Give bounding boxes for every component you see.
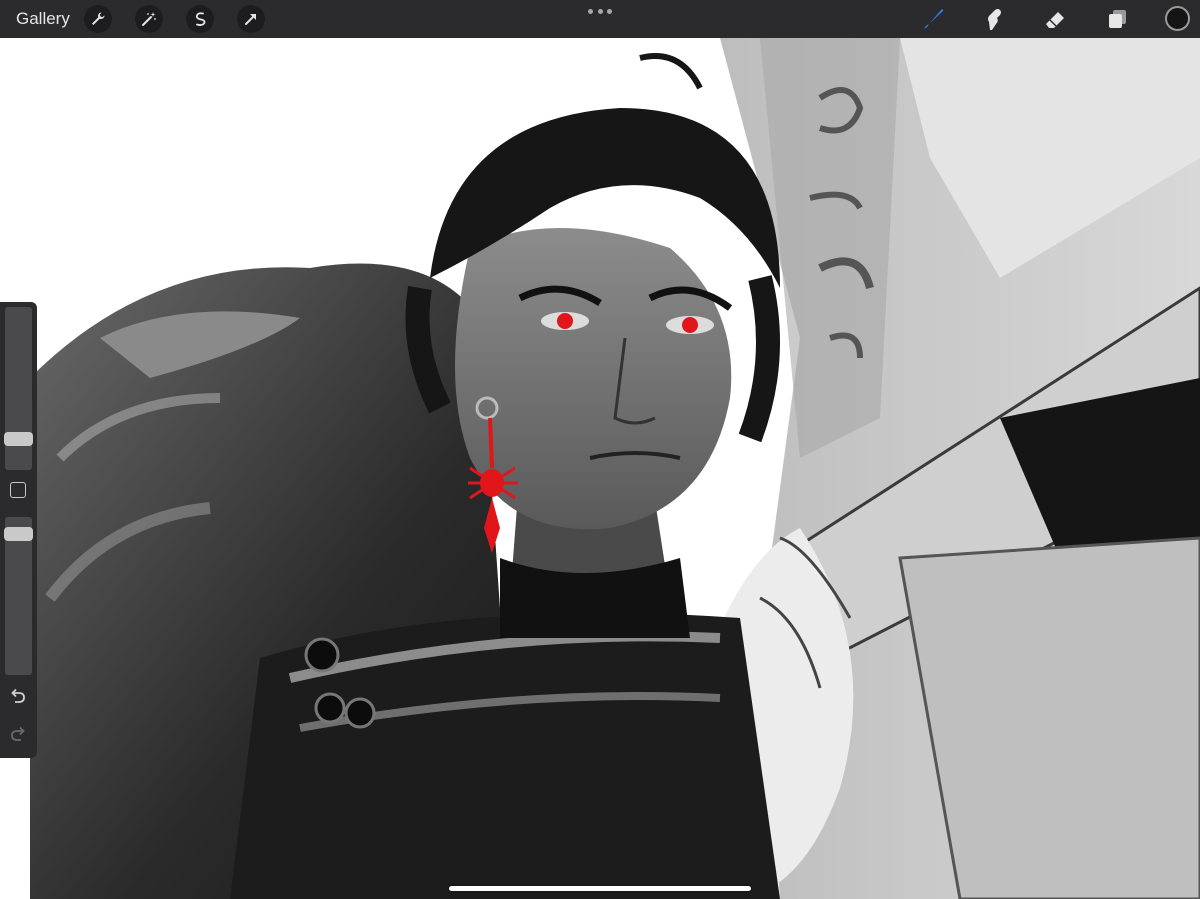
top-toolbar: Gallery	[0, 0, 1200, 38]
more-options-icon[interactable]	[588, 6, 612, 16]
transform-arrow-icon	[245, 14, 256, 25]
layers-icon	[1109, 10, 1126, 28]
eraser-tool[interactable]	[1040, 4, 1070, 34]
brush-size-thumb[interactable]	[4, 432, 33, 446]
opacity-slider[interactable]	[4, 517, 33, 675]
redo-icon[interactable]	[9, 725, 27, 743]
transform-button[interactable]	[237, 5, 265, 33]
selection-button[interactable]	[186, 5, 214, 33]
selection-icon	[195, 12, 206, 26]
artwork-illustration	[0, 38, 1200, 899]
brush-tool[interactable]	[918, 4, 948, 34]
gallery-button[interactable]: Gallery	[16, 9, 70, 29]
brush-size-slider[interactable]	[4, 307, 33, 470]
eraser-icon	[1046, 12, 1064, 28]
brush-icon	[924, 9, 944, 29]
artwork-canvas[interactable]	[0, 38, 1200, 899]
magic-wand-icon	[142, 12, 156, 26]
wrench-icon	[92, 12, 105, 25]
smudge-icon	[988, 9, 1001, 30]
actions-button[interactable]	[84, 5, 112, 33]
home-indicator[interactable]	[449, 886, 751, 891]
smudge-tool[interactable]	[979, 4, 1009, 34]
modify-button[interactable]	[10, 482, 26, 498]
layers-tool[interactable]	[1102, 4, 1132, 34]
color-picker-button[interactable]	[1165, 6, 1190, 31]
adjustments-button[interactable]	[135, 5, 163, 33]
undo-icon[interactable]	[9, 687, 27, 705]
opacity-thumb[interactable]	[4, 527, 33, 541]
left-sidebar	[0, 302, 37, 758]
